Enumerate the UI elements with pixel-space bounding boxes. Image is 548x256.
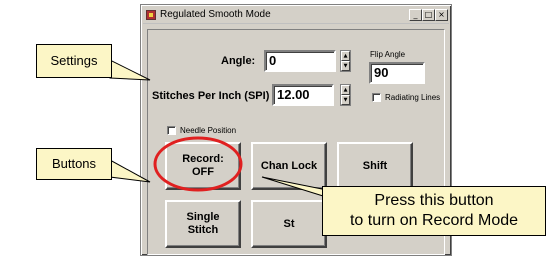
app-icon: [146, 10, 156, 20]
shift-button[interactable]: Shift: [337, 142, 413, 190]
needle-position-label: Needle Position: [180, 126, 237, 135]
spi-spinner[interactable]: ▲ ▼: [340, 84, 351, 106]
record-tip-callout: Press this button to turn on Record Mode: [322, 186, 546, 236]
window-title: Regulated Smooth Mode: [160, 9, 271, 20]
spi-spin-down-icon[interactable]: ▼: [341, 95, 350, 105]
minimize-button[interactable]: _: [409, 9, 422, 21]
radiating-lines-checkbox[interactable]: [372, 93, 381, 102]
needle-position-checkbox[interactable]: [167, 126, 176, 135]
chan-lock-button[interactable]: Chan Lock: [251, 142, 327, 190]
angle-label: Angle:: [221, 55, 256, 67]
angle-input[interactable]: 0: [264, 50, 336, 72]
angle-spinner[interactable]: ▲ ▼: [340, 50, 351, 72]
radiating-lines-label: Radiating Lines: [385, 93, 441, 102]
title-bar: Regulated Smooth Mode _ □ ×: [143, 7, 449, 24]
buttons-callout: Buttons: [36, 148, 112, 180]
flip-angle-label: Flip Angle: [370, 50, 406, 59]
record-button[interactable]: Record: OFF: [165, 142, 241, 190]
flip-angle-input[interactable]: 90: [369, 62, 425, 84]
angle-spin-up-icon[interactable]: ▲: [341, 51, 350, 61]
spi-spin-up-icon[interactable]: ▲: [341, 85, 350, 95]
settings-callout: Settings: [36, 44, 112, 78]
close-button[interactable]: ×: [435, 9, 448, 21]
maximize-button[interactable]: □: [422, 9, 435, 21]
spi-input[interactable]: 12.00: [272, 84, 334, 106]
partial-button[interactable]: St: [251, 200, 327, 248]
single-stitch-button[interactable]: Single Stitch: [165, 200, 241, 248]
spi-label: Stitches Per Inch (SPI): [152, 90, 270, 102]
angle-spin-down-icon[interactable]: ▼: [341, 61, 350, 71]
